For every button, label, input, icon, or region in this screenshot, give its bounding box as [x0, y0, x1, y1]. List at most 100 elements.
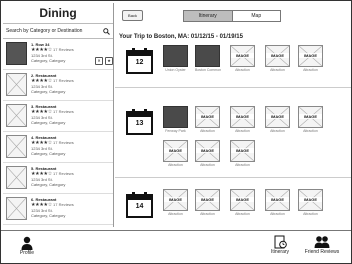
tile-caption: Boston Common — [195, 68, 222, 72]
item-category: Category, Category — [31, 151, 66, 156]
review-count: 17 Reviews — [53, 171, 74, 176]
image-placeholder — [6, 135, 27, 158]
list-item[interactable]: 6. Restaurant ★★★★☆ 17 Reviews 1234 3rd St… — [3, 194, 113, 225]
image-label: IMAGE — [266, 114, 289, 119]
tile-caption: Attraction — [303, 212, 318, 216]
itinerary-button[interactable]: Itinerary — [264, 235, 296, 255]
image-placeholder: IMAGE — [298, 106, 323, 128]
image-label: IMAGE — [164, 148, 187, 153]
star-icon[interactable]: ★ — [105, 57, 113, 65]
profile-button[interactable]: Profile — [13, 236, 41, 256]
calendar-icon: 14 — [126, 192, 153, 218]
list-item[interactable]: 4. Restaurant ★★★★☆ 17 Reviews 1234 3rd St… — [3, 132, 113, 163]
item-details: 6. Restaurant ★★★★☆ 17 Reviews 1234 3rd St… — [31, 197, 111, 218]
sidebar-title: Dining — [3, 3, 113, 24]
item-details: 2. Restaurant ★★★★☆ 17 Reviews 1234 3rd St… — [31, 73, 111, 94]
person-icon — [21, 236, 33, 250]
item-category: Category, Category — [31, 120, 66, 125]
tab-itinerary[interactable]: Itinerary — [184, 11, 232, 21]
image-placeholder: IMAGE — [298, 45, 323, 67]
back-button[interactable]: Back — [122, 10, 143, 21]
image-placeholder: IMAGE — [230, 140, 255, 162]
attraction-photo — [195, 45, 220, 67]
image-label: IMAGE — [231, 197, 254, 202]
attraction-tile[interactable]: IMAGE Attraction — [230, 140, 255, 168]
item-category: Category, Category — [31, 182, 66, 187]
review-count: 17 Reviews — [53, 78, 74, 83]
tile-caption: Union Oyster — [165, 68, 186, 72]
attraction-tile[interactable]: Union Oyster — [163, 45, 188, 73]
list-item[interactable]: 3. Restaurant ★★★★☆ 17 Reviews 1234 3rd St… — [3, 101, 113, 132]
image-placeholder: IMAGE — [230, 45, 255, 67]
image-label: IMAGE — [266, 197, 289, 202]
item-details: 3. Restaurant ★★★★☆ 17 Reviews 1234 3rd St… — [31, 104, 111, 125]
clock-document-icon — [274, 235, 287, 249]
attraction-tile[interactable]: IMAGE Attraction — [230, 189, 255, 217]
tile-caption: Attraction — [270, 129, 285, 133]
tile-caption: Fenway Park — [165, 129, 186, 133]
image-placeholder: IMAGE — [195, 189, 220, 211]
people-icon — [314, 236, 330, 248]
attraction-tile[interactable]: IMAGE Attraction — [265, 189, 290, 217]
tile-caption: Attraction — [200, 212, 215, 216]
image-placeholder — [6, 166, 27, 189]
image-placeholder: IMAGE — [230, 106, 255, 128]
search-icon[interactable] — [103, 27, 110, 35]
search-bar[interactable]: Search by Category or Destination — [3, 24, 113, 39]
list-item[interactable]: 2. Restaurant ★★★★☆ 17 Reviews 1234 3rd St… — [3, 70, 113, 101]
image-label: IMAGE — [196, 197, 219, 202]
attraction-tile[interactable]: IMAGE Attraction — [298, 106, 323, 134]
view-toggle: Itinerary Map — [183, 10, 281, 22]
tile-caption: Attraction — [235, 68, 250, 72]
attraction-tile[interactable]: IMAGE Attraction — [265, 45, 290, 73]
attraction-tile[interactable]: IMAGE Attraction — [298, 45, 323, 73]
attraction-tile[interactable]: IMAGE Attraction — [195, 189, 220, 217]
list-item[interactable]: 5. Restaurant ★★★★☆ 17 Reviews 1234 3rd St… — [3, 163, 113, 194]
image-label: IMAGE — [231, 53, 254, 58]
review-count: 17 Reviews — [53, 109, 74, 114]
image-placeholder: IMAGE — [265, 45, 290, 67]
calendar-icon: 13 — [126, 109, 153, 135]
image-placeholder: IMAGE — [195, 140, 220, 162]
attraction-tile[interactable]: IMAGE Attraction — [163, 189, 188, 217]
day-divider — [115, 177, 351, 178]
review-count: 17 Reviews — [53, 47, 74, 52]
image-placeholder: IMAGE — [230, 189, 255, 211]
attraction-tile[interactable]: IMAGE Attraction — [195, 140, 220, 168]
attraction-tile[interactable]: IMAGE Attraction — [265, 106, 290, 134]
tab-map[interactable]: Map — [231, 11, 281, 21]
image-label: IMAGE — [196, 114, 219, 119]
attraction-tile[interactable]: IMAGE Attraction — [163, 140, 188, 168]
attraction-tile[interactable]: IMAGE Attraction — [298, 189, 323, 217]
dining-sidebar: Dining Search by Category or Destination… — [3, 3, 114, 227]
tile-caption: Attraction — [270, 212, 285, 216]
attraction-tile[interactable]: IMAGE Attraction — [230, 106, 255, 134]
review-count: 17 Reviews — [53, 202, 74, 207]
day-number: 12 — [135, 59, 144, 66]
tile-caption: Attraction — [235, 129, 250, 133]
list-item[interactable]: 7. Restaurant — [3, 225, 113, 227]
friend-reviews-button[interactable]: Friend Reviews — [301, 235, 343, 255]
attraction-tile[interactable]: IMAGE Attraction — [195, 106, 220, 134]
tile-caption: Attraction — [303, 129, 318, 133]
itinerary-label: Itinerary — [270, 249, 290, 255]
close-icon[interactable]: ✕ — [95, 57, 103, 65]
image-label: IMAGE — [299, 53, 322, 58]
tile-caption: Attraction — [168, 163, 183, 167]
image-label: IMAGE — [231, 148, 254, 153]
attraction-tile[interactable]: IMAGE Attraction — [230, 45, 255, 73]
list-item[interactable]: 1. Row 34 ★★★★☆ 17 Reviews 1234 3rd St. Cat… — [3, 39, 113, 70]
image-placeholder: IMAGE — [298, 189, 323, 211]
tile-caption: Attraction — [235, 163, 250, 167]
day-divider — [115, 87, 351, 88]
item-category: Category, Category — [31, 89, 66, 94]
attraction-tile[interactable]: Boston Common — [195, 45, 222, 73]
image-placeholder — [6, 197, 27, 220]
bottom-nav: Profile Itinerary Friend Reviews — [1, 230, 351, 263]
search-input[interactable]: Search by Category or Destination — [6, 28, 103, 34]
image-label: IMAGE — [299, 197, 322, 202]
item-category: Category, Category — [31, 213, 66, 218]
image-label: IMAGE — [266, 53, 289, 58]
attraction-tile[interactable]: Fenway Park — [163, 106, 188, 134]
image-label: IMAGE — [299, 114, 322, 119]
